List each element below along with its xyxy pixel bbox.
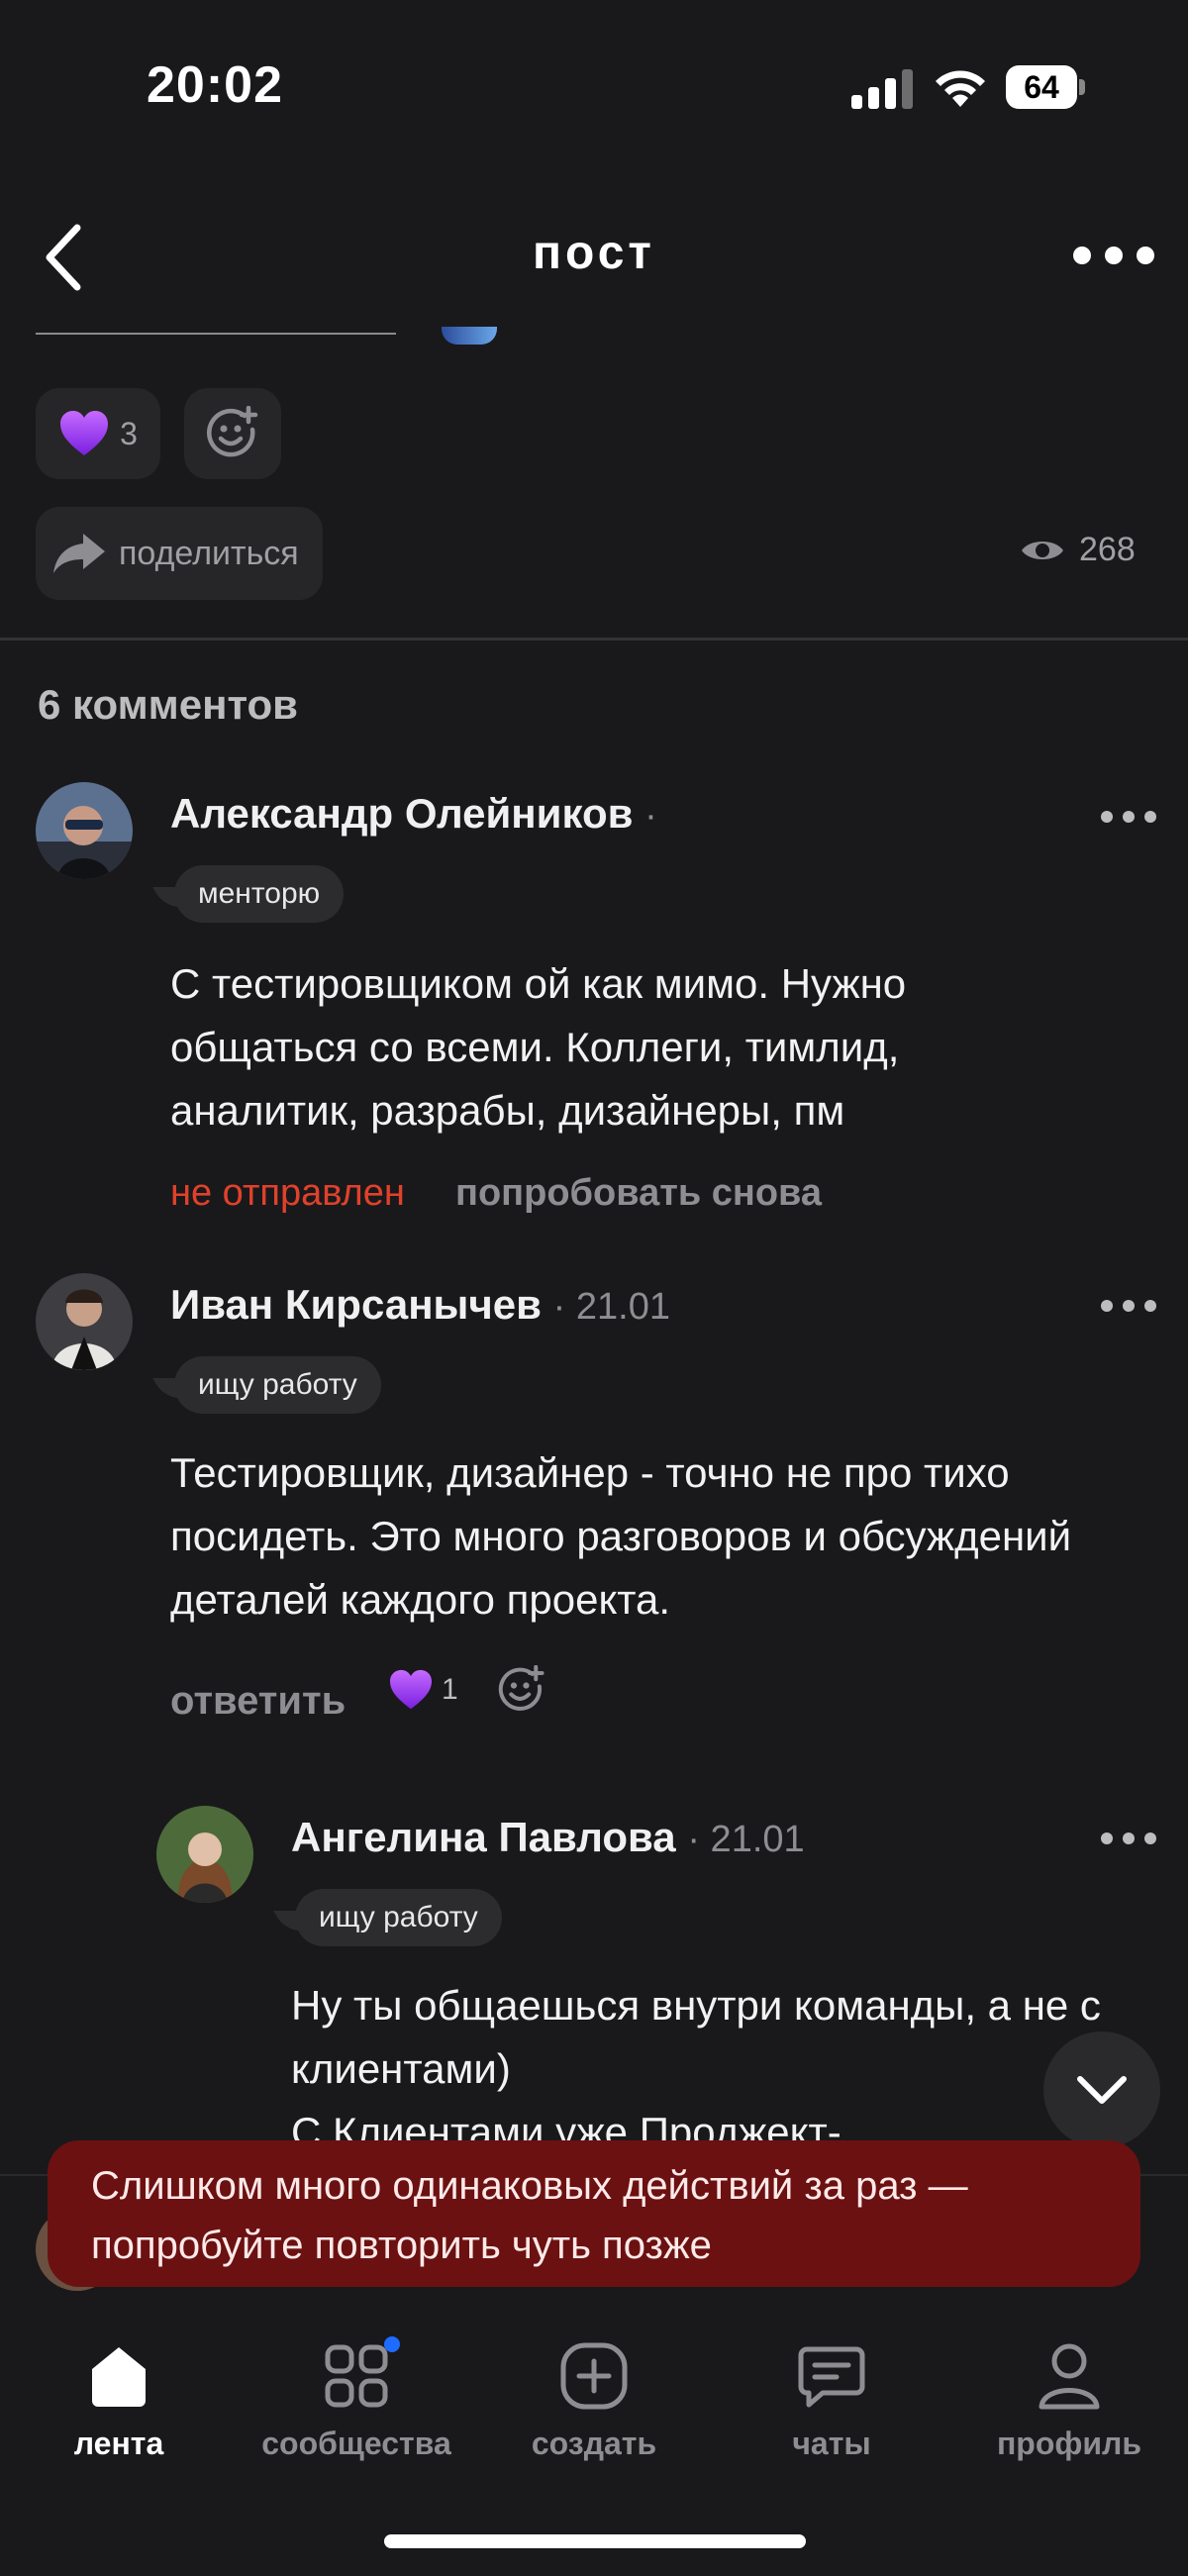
page-title: пост: [533, 227, 655, 279]
wifi-icon: [936, 70, 985, 107]
comment-more-button[interactable]: [1099, 1291, 1158, 1321]
back-button[interactable]: [36, 220, 95, 295]
tab-feed[interactable]: лента: [0, 2336, 238, 2462]
more-options-button[interactable]: [1069, 236, 1158, 275]
comment-meta: ·: [644, 795, 657, 837]
cellular-signal-icon: [851, 69, 915, 109]
grid-icon: [317, 2336, 400, 2416]
add-reaction-button[interactable]: [497, 1665, 546, 1715]
comment-more-button[interactable]: [1099, 1824, 1158, 1853]
retry-button[interactable]: попробовать снова: [455, 1172, 822, 1215]
comment-meta: · 21.01: [552, 1286, 670, 1328]
profile-icon: [1030, 2336, 1109, 2416]
notification-dot: [384, 2336, 400, 2352]
chat-icon: [792, 2336, 871, 2416]
user-status-tag: ищу работу: [295, 1889, 502, 1946]
comment-like-button[interactable]: 1: [388, 1669, 458, 1711]
plus-square-icon: [554, 2336, 634, 2416]
heart-icon: [60, 411, 109, 455]
comment-more-button[interactable]: [1099, 802, 1158, 832]
tab-label: чаты: [792, 2426, 871, 2461]
share-button[interactable]: поделиться: [36, 507, 323, 600]
like-count: 3: [120, 415, 138, 451]
avatar[interactable]: [156, 1806, 253, 1903]
reply-button[interactable]: ответить: [170, 1679, 346, 1724]
avatar[interactable]: [36, 1273, 133, 1370]
comment-meta: · 21.01: [687, 1819, 805, 1860]
add-emoji-icon: [206, 406, 258, 457]
battery-level: 64: [1024, 69, 1059, 105]
tab-label: создать: [531, 2426, 657, 2461]
chevron-down-icon: [1077, 2076, 1127, 2104]
status-time: 20:02: [147, 56, 283, 114]
tab-chats[interactable]: чаты: [713, 2336, 950, 2462]
views-count: 268: [1079, 531, 1136, 568]
comment-text: Ну ты общаешься внутри команды, а не с к…: [291, 1982, 1101, 2155]
cropped-post-content: [36, 333, 396, 335]
tab-profile[interactable]: профиль: [950, 2336, 1188, 2462]
error-toast: Слишком много одинаковых действий за раз…: [48, 2140, 1140, 2287]
author-name[interactable]: Ангелина Павлова: [291, 1814, 676, 1860]
comment-author[interactable]: Иван Кирсанычев · 21.01: [170, 1281, 670, 1329]
heart-icon: [390, 1669, 432, 1710]
author-name[interactable]: Иван Кирсанычев: [170, 1281, 542, 1328]
share-label: поделиться: [119, 534, 299, 572]
comment-like-count: 1: [442, 1673, 458, 1706]
comment-author[interactable]: Ангелина Павлова · 21.01: [291, 1814, 805, 1861]
comments-count: 6 комментов: [38, 681, 298, 728]
battery-icon: 64: [1006, 65, 1085, 109]
scroll-down-button[interactable]: [1043, 2031, 1160, 2148]
views-counter: 268: [1020, 531, 1136, 569]
like-reaction-button[interactable]: 3: [36, 388, 160, 479]
tab-communities[interactable]: сообщества: [238, 2336, 475, 2462]
comment-author[interactable]: Александр Олейников ·: [170, 790, 657, 838]
cropped-post-image: [442, 327, 497, 345]
home-icon: [79, 2336, 158, 2416]
add-reaction-button[interactable]: [184, 388, 281, 479]
divider: [0, 638, 1188, 641]
tab-label: профиль: [996, 2426, 1142, 2461]
user-status-tag: менторю: [174, 865, 345, 923]
avatar[interactable]: [36, 782, 133, 879]
tab-label: сообщества: [261, 2426, 451, 2461]
eye-icon: [1022, 541, 1063, 559]
comment-text: С тестировщиком ой как мимо. Нужно общат…: [170, 960, 907, 1134]
comment-text: Тестировщик, дизайнер - точно не про тих…: [170, 1449, 1072, 1623]
tab-create[interactable]: создать: [475, 2336, 713, 2462]
send-failed-status: не отправлен: [170, 1172, 405, 1214]
home-indicator: [384, 2534, 806, 2548]
tab-label: лента: [73, 2426, 164, 2461]
share-arrow-icon: [53, 534, 105, 573]
author-name[interactable]: Александр Олейников: [170, 790, 633, 837]
user-status-tag: ищу работу: [174, 1356, 381, 1414]
